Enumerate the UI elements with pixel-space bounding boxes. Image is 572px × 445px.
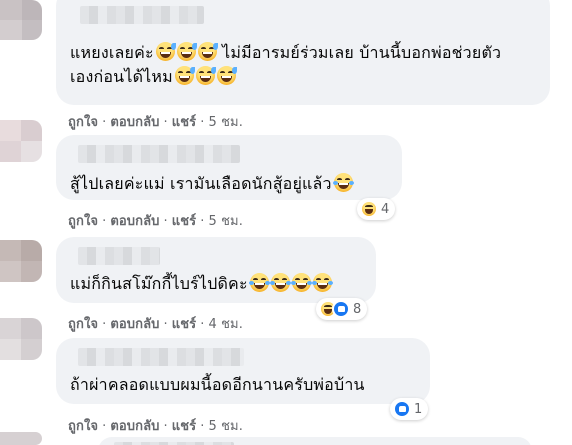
share-link[interactable]: แชร์ xyxy=(172,214,197,229)
grin-sweat-emoji xyxy=(176,42,197,61)
comment-actions: ถูกใจ · ตอบกลับ · แชร์ · 5 ชม. xyxy=(68,214,243,229)
comment-actions: ถูกใจ · ตอบกลับ · แชร์ · 4 ชม. xyxy=(68,317,243,332)
reply-link[interactable]: ตอบกลับ xyxy=(110,214,159,229)
comment-text-part: แหยงเลยค่ะ xyxy=(70,43,154,62)
grin-sweat-emoji xyxy=(155,42,176,61)
comment-text-part: ถ้าผ่าคลอดแบบผมนี้อดอีกนานครับพ่อบ้าน xyxy=(70,375,365,394)
comment-text: แม่ก็กินสโม๊กกี้ไบร์ไปดิคะ xyxy=(70,273,366,295)
comment-text: แหยงเลยค่ะ ไม่มีอารมย์ร่วมเลย บ้านนี้บอก… xyxy=(70,42,540,64)
grin-sweat-emoji xyxy=(195,66,216,85)
comment-text-part: ไม่มีอารมย์ร่วมเลย บ้านนี้บอกพ่อช่วยตัว xyxy=(222,43,502,62)
comment-actions: ถูกใจ · ตอบกลับ · แชร์ · 5 ชม. xyxy=(68,115,243,130)
reply-link[interactable]: ตอบกลับ xyxy=(110,317,159,332)
avatar[interactable] xyxy=(0,432,42,445)
like-link[interactable]: ถูกใจ xyxy=(68,214,98,229)
reply-link[interactable]: ตอบกลับ xyxy=(110,419,159,434)
avatar[interactable] xyxy=(0,120,42,162)
share-link[interactable]: แชร์ xyxy=(172,317,197,332)
grin-sweat-emoji xyxy=(197,42,218,61)
like-reaction-icon xyxy=(393,400,411,418)
commenter-name[interactable] xyxy=(78,145,240,163)
reply-link[interactable]: ตอบกลับ xyxy=(110,115,159,130)
share-link[interactable]: แชร์ xyxy=(172,115,197,130)
comment-bubble: ถ้าผ่าคลอดแบบผมนี้อดอีกนานครับพ่อบ้าน xyxy=(56,338,430,404)
comment-actions: ถูกใจ · ตอบกลับ · แชร์ · 5 ชม. xyxy=(68,419,243,434)
comment-bubble xyxy=(98,437,532,445)
reaction-count: 1 xyxy=(414,401,423,417)
like-reaction-icon xyxy=(332,300,350,318)
comment-text: สู้ไปเลยค่ะแม่ เรามันเลือดนักสู้อยู่แล้ว xyxy=(70,173,392,195)
comment-bubble: แม่ก็กินสโม๊กกี้ไบร์ไปดิคะ xyxy=(56,237,376,303)
grin-sweat-emoji xyxy=(216,66,237,85)
timestamp[interactable]: 4 ชม. xyxy=(209,317,243,332)
like-link[interactable]: ถูกใจ xyxy=(68,317,98,332)
timestamp[interactable]: 5 ชม. xyxy=(209,419,243,434)
reaction-count: 4 xyxy=(381,201,390,217)
commenter-name[interactable] xyxy=(80,6,204,24)
laugh-tears-emoji xyxy=(290,273,312,292)
laugh-tears-emoji xyxy=(311,273,333,292)
comment-bubble: แหยงเลยค่ะ ไม่มีอารมย์ร่วมเลย บ้านนี้บอก… xyxy=(56,0,550,105)
comment-text: ถ้าผ่าคลอดแบบผมนี้อดอีกนานครับพ่อบ้าน xyxy=(70,374,420,396)
laugh-tears-emoji xyxy=(332,173,354,192)
comment-text-part: แม่ก็กินสโม๊กกี้ไบร์ไปดิคะ xyxy=(70,274,248,293)
grin-sweat-emoji xyxy=(174,66,195,85)
timestamp[interactable]: 5 ชม. xyxy=(209,214,243,229)
avatar[interactable] xyxy=(0,318,42,360)
like-link[interactable]: ถูกใจ xyxy=(68,419,98,434)
comment-text-part: เองก่อนได้ไหม xyxy=(70,67,173,86)
reaction-summary[interactable]: 4 xyxy=(357,198,396,220)
avatar[interactable] xyxy=(0,0,42,40)
avatar[interactable] xyxy=(0,240,42,282)
comment-text-line2: เองก่อนได้ไหม xyxy=(70,66,540,88)
reaction-summary[interactable]: 8 xyxy=(316,298,368,320)
like-link[interactable]: ถูกใจ xyxy=(68,115,98,130)
laugh-tears-emoji xyxy=(248,273,270,292)
reaction-count: 8 xyxy=(353,301,362,317)
timestamp[interactable]: 5 ชม. xyxy=(209,115,243,130)
commenter-name[interactable] xyxy=(78,247,160,265)
comment-bubble: สู้ไปเลยค่ะแม่ เรามันเลือดนักสู้อยู่แล้ว xyxy=(56,135,402,200)
laugh-tears-emoji xyxy=(269,273,291,292)
haha-reaction-icon xyxy=(360,200,378,218)
commenter-name[interactable] xyxy=(78,348,244,366)
comment-text-part: สู้ไปเลยค่ะแม่ เรามันเลือดนักสู้อยู่แล้ว xyxy=(70,174,332,193)
reaction-summary[interactable]: 1 xyxy=(390,398,429,420)
share-link[interactable]: แชร์ xyxy=(172,419,197,434)
